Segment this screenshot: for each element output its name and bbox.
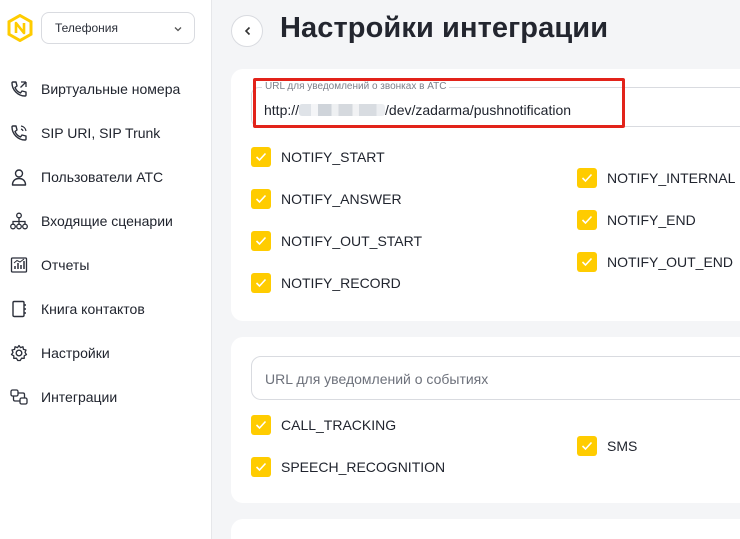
sidebar-item-label: SIP URI, SIP Trunk: [41, 125, 161, 141]
checkbox-notify-record[interactable]: NOTIFY_RECORD: [251, 273, 401, 293]
checkbox-label: NOTIFY_ANSWER: [281, 191, 402, 207]
sidebar: Телефония Виртуальные номера SIP URI, SI…: [0, 0, 212, 539]
checkbox-notify-out-start[interactable]: NOTIFY_OUT_START: [251, 231, 422, 251]
checkbox-label: NOTIFY_RECORD: [281, 275, 401, 291]
chart-icon: [9, 255, 29, 275]
gear-icon: [9, 343, 29, 363]
checkbox-label: SMS: [607, 438, 638, 454]
checkbox-checked-icon: [251, 147, 271, 167]
checkbox-checked-icon: [251, 415, 271, 435]
sidebar-item-settings[interactable]: Настройки: [0, 333, 211, 373]
chevron-left-icon: [244, 26, 251, 36]
checkbox-checked-icon: [577, 168, 597, 188]
sidebar-item-label: Интеграции: [41, 389, 118, 405]
sidebar-item-integrations[interactable]: Интеграции: [0, 377, 211, 417]
sidebar-item-virtual-numbers[interactable]: Виртуальные номера: [0, 69, 211, 109]
sidebar-item-incoming-scenarios[interactable]: Входящие сценарии: [0, 201, 211, 241]
checkbox-notify-start[interactable]: NOTIFY_START: [251, 147, 385, 167]
chevron-down-icon: [172, 22, 184, 34]
checkbox-checked-icon: [251, 457, 271, 477]
user-icon: [9, 167, 29, 187]
page-title: Настройки интеграции: [280, 12, 609, 44]
checkbox-checked-icon: [251, 189, 271, 209]
checkbox-label: CALL_TRACKING: [281, 417, 397, 433]
sidebar-item-label: Пользователи АТС: [41, 169, 164, 185]
sidebar-item-label: Входящие сценарии: [41, 213, 173, 229]
checkbox-label: NOTIFY_INTERNAL: [607, 170, 736, 186]
highlight-annotation: [253, 78, 625, 128]
checkbox-notify-internal[interactable]: NOTIFY_INTERNAL: [577, 168, 735, 188]
sidebar-item-label: Отчеты: [41, 257, 90, 273]
checkbox-label: NOTIFY_START: [281, 149, 385, 165]
checkbox-label: NOTIFY_OUT_END: [607, 254, 734, 270]
checkbox-label: NOTIFY_OUT_START: [281, 233, 423, 249]
checkbox-notify-out-end[interactable]: NOTIFY_OUT_END: [577, 252, 733, 272]
checkbox-checked-icon: [577, 252, 597, 272]
sidebar-item-label: Виртуальные номера: [41, 81, 181, 97]
phone-forward-icon: [9, 79, 29, 99]
sidebar-item-label: Книга контактов: [41, 301, 145, 317]
zadarma-logo[interactable]: [7, 13, 33, 43]
product-selector-value: Телефония: [55, 21, 118, 35]
phone-icon: [9, 123, 29, 143]
sidebar-item-sip-uri[interactable]: SIP URI, SIP Trunk: [0, 113, 211, 153]
checkbox-checked-icon: [577, 436, 597, 456]
back-button[interactable]: [231, 15, 263, 47]
sidebar-item-pbx-users[interactable]: Пользователи АТС: [0, 157, 211, 197]
checkbox-label: NOTIFY_END: [607, 212, 696, 228]
contact-book-icon: [9, 299, 29, 319]
checkbox-checked-icon: [577, 210, 597, 230]
checkbox-label: SPEECH_RECOGNITION: [281, 459, 446, 475]
events-notification-url-placeholder: URL для уведомлений о событиях: [265, 371, 489, 387]
events-notification-url-field[interactable]: URL для уведомлений о событиях: [251, 356, 740, 400]
checkbox-notify-end[interactable]: NOTIFY_END: [577, 210, 696, 230]
checkbox-speech-recognition[interactable]: SPEECH_RECOGNITION: [251, 457, 445, 477]
next-card: [231, 519, 740, 539]
sidebar-item-reports[interactable]: Отчеты: [0, 245, 211, 285]
product-selector[interactable]: Телефония: [41, 12, 195, 44]
checkbox-checked-icon: [251, 231, 271, 251]
sidebar-item-label: Настройки: [41, 345, 110, 361]
checkbox-call-tracking[interactable]: CALL_TRACKING: [251, 415, 396, 435]
checkbox-sms[interactable]: SMS: [577, 436, 637, 456]
checkbox-notify-answer[interactable]: NOTIFY_ANSWER: [251, 189, 402, 209]
hierarchy-icon: [9, 211, 29, 231]
integration-icon: [9, 387, 29, 407]
sidebar-item-contact-book[interactable]: Книга контактов: [0, 289, 211, 329]
checkbox-checked-icon: [251, 273, 271, 293]
